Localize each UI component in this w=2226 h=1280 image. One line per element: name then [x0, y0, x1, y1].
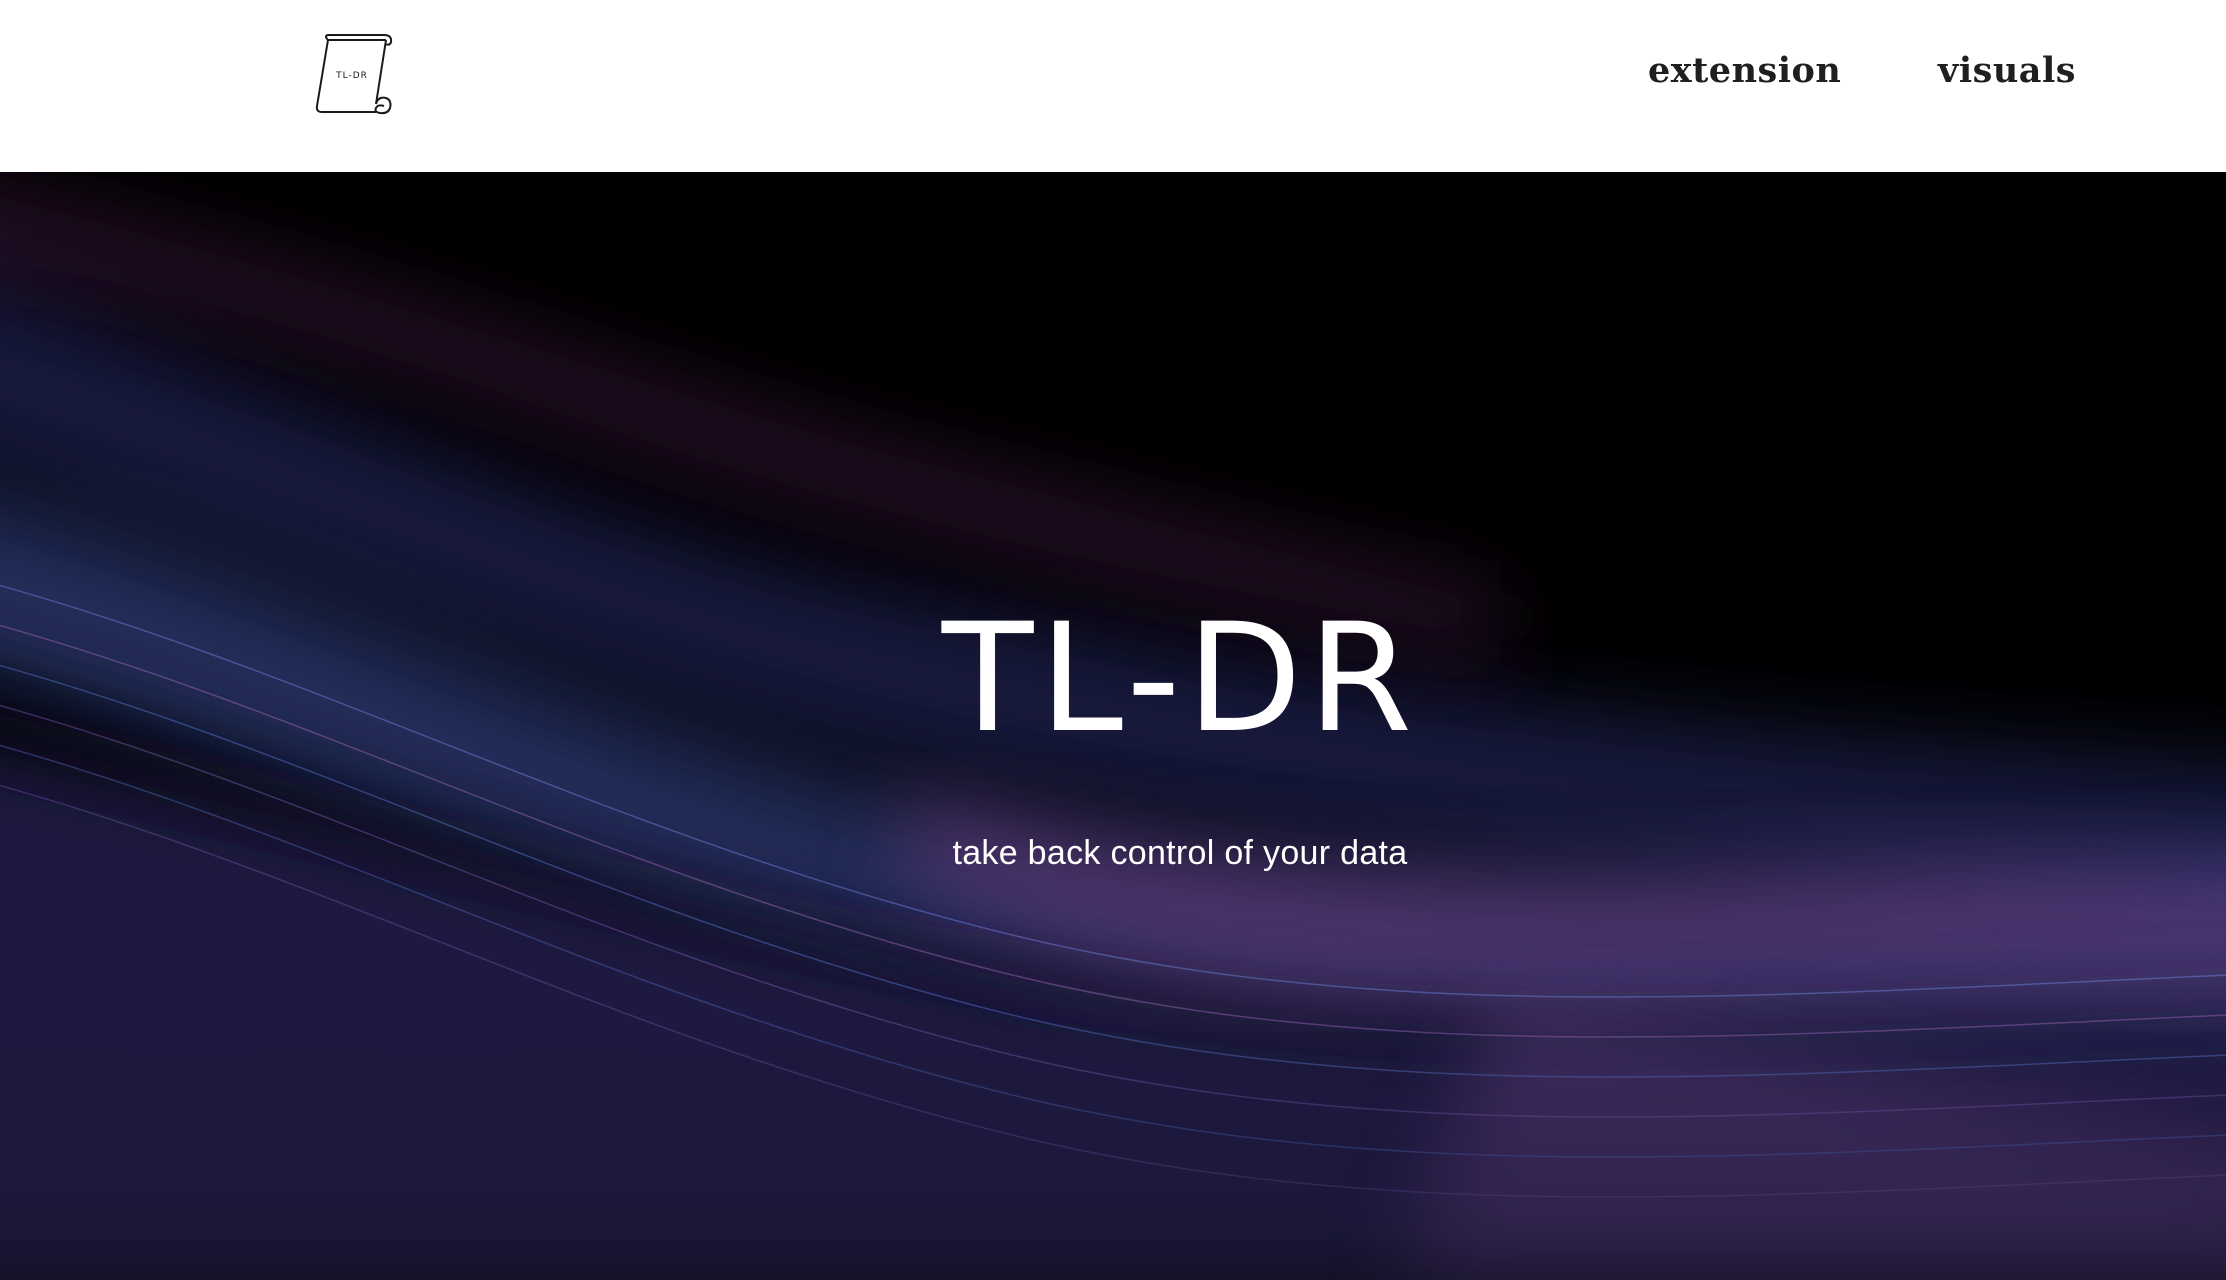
- hero-title-container: TL-DR: [900, 604, 1460, 754]
- nav-link-visuals[interactable]: visuals: [1938, 50, 2076, 91]
- svg-text:TL-DR: TL-DR: [335, 71, 368, 81]
- scroll-logo-icon: TL-DR: [315, 34, 393, 115]
- hero-section: TL-DR take back control of your data: [0, 172, 2226, 1280]
- hero-title: TL-DR: [941, 592, 1419, 766]
- tl-dr-scroll-logo[interactable]: TL-DR: [314, 32, 396, 116]
- top-navbar: TL-DR extension visuals: [0, 0, 2226, 172]
- nav-link-extension[interactable]: extension: [1648, 50, 1841, 91]
- hero-subtitle: take back control of your data: [952, 834, 1408, 872]
